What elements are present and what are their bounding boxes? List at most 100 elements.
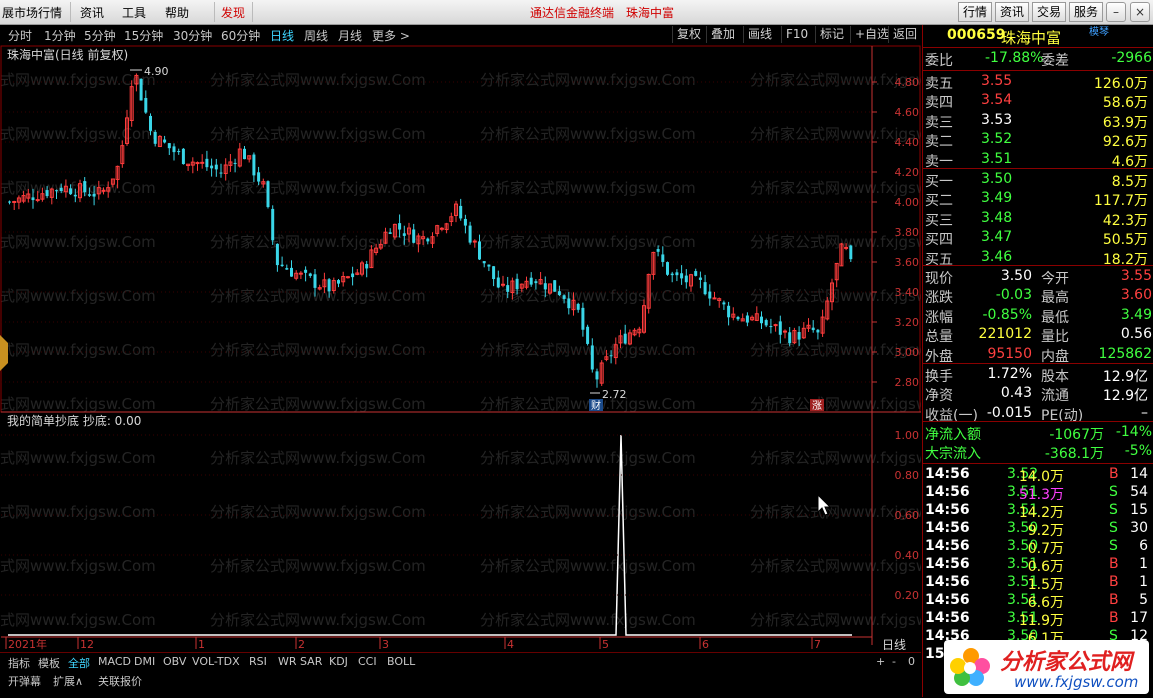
candle (666, 261, 669, 276)
restore-rights-button[interactable]: 复权 (672, 26, 705, 43)
period-5min[interactable]: 5分钟 (84, 27, 116, 44)
indicator-tab[interactable]: MACD (98, 655, 131, 668)
menu-market[interactable]: 展市场行情 (2, 4, 62, 21)
zoom-out-button[interactable]: - (892, 655, 896, 668)
period-60min[interactable]: 60分钟 (221, 27, 260, 44)
tick-side: B (1109, 610, 1119, 626)
period-monthly[interactable]: 月线 (338, 27, 362, 44)
back-button[interactable]: 返回 (888, 26, 921, 43)
minimize-icon[interactable]: – (1106, 2, 1126, 22)
period-daily[interactable]: 日线 (270, 27, 294, 44)
watermark-text: 分析家公式网www.fxjgsw.Com (210, 287, 426, 305)
indicator-tab[interactable]: SAR (300, 655, 322, 668)
menu-news[interactable]: 资讯 (80, 4, 104, 21)
menu-discover[interactable]: 发现 (221, 4, 245, 21)
tick-count: 30 (1130, 520, 1148, 536)
indicator-tab[interactable]: OBV (163, 655, 186, 668)
kline-chart[interactable]: 分析家公式网www.fxjgsw.Com 分析家公式网www.fxjgsw.Com… (0, 45, 921, 650)
candle (16, 195, 21, 210)
candle (496, 270, 500, 289)
high-label: 4.90 (144, 65, 169, 78)
candle (675, 269, 679, 282)
f10-button[interactable]: F10 (781, 26, 812, 43)
indicator-tab[interactable]: DMI (134, 655, 155, 668)
tick-volume: 14.2万 (1018, 505, 1064, 521)
candle (360, 260, 364, 277)
bid-price: 3.46 (981, 248, 1013, 265)
tick-row: 14:56 3.51 0.6万 B 1 (925, 556, 1152, 575)
service-button[interactable]: 服务 (1069, 2, 1104, 22)
quote-button[interactable]: 行情 (958, 2, 993, 22)
ask-label: 卖二 (925, 134, 953, 151)
menu-help[interactable]: 帮助 (165, 4, 189, 21)
flow-value: -1067万 (1049, 427, 1104, 443)
extra-tab[interactable]: 关联报价 (98, 673, 142, 689)
tick-count: 1 (1139, 556, 1148, 572)
watermark-text: 分析家公式网www.fxjgsw.Com (0, 395, 156, 413)
quote-value: 3.49 (1120, 306, 1152, 323)
close-icon[interactable]: × (1130, 2, 1150, 22)
add-watchlist-button[interactable]: +自选 (850, 26, 893, 43)
bid-label: 买四 (925, 232, 953, 249)
indicator-tab[interactable]: CCI (358, 655, 377, 668)
quote-label: 最高 (1041, 290, 1069, 307)
candle (345, 275, 350, 279)
overlay-button[interactable]: 叠加 (706, 26, 739, 43)
candle (792, 327, 797, 345)
indicator-tab[interactable]: 全部 (68, 655, 90, 671)
mark-button[interactable]: 标记 (815, 26, 848, 43)
candle (8, 200, 11, 205)
news-button[interactable]: 资讯 (995, 2, 1030, 22)
tick-time: 14:56 (925, 520, 970, 536)
candle (816, 328, 820, 340)
candle (529, 272, 533, 287)
extra-tab[interactable]: 扩展∧ (53, 673, 83, 689)
indicator-tab[interactable]: KDJ (329, 655, 348, 668)
flow-row: 净流入额 -1067万 -14% (925, 424, 1152, 443)
fin-label: 流通 (1041, 388, 1069, 405)
candle (731, 307, 736, 321)
period-15min[interactable]: 15分钟 (124, 27, 163, 44)
extra-tab[interactable]: 开弹幕 (8, 673, 41, 689)
zoom-in-button[interactable]: + (876, 655, 885, 668)
draw-line-button[interactable]: 画线 (743, 26, 776, 43)
fin-value: – (1141, 404, 1148, 421)
period-timeshare[interactable]: 分时 (8, 27, 32, 44)
ask-label: 卖四 (925, 95, 953, 112)
candle (595, 368, 599, 388)
time-tick-label: 5 (602, 638, 609, 650)
ask-volume: 92.6万 (1102, 134, 1148, 151)
candle (820, 309, 825, 337)
zoom-reset-button[interactable]: 0 (908, 655, 915, 668)
period-1min[interactable]: 1分钟 (44, 27, 76, 44)
tick-time: 14:56 (925, 574, 970, 590)
period-30min[interactable]: 30分钟 (173, 27, 212, 44)
fin-label: 换手 (925, 369, 953, 385)
price-tick-label: 4.20 (895, 166, 920, 179)
indicator-tab[interactable]: WR (278, 655, 297, 668)
watermark-text: 分析家公式网www.fxjgsw.Com (750, 449, 921, 467)
candle (599, 360, 604, 386)
indicator-tab[interactable]: RSI (249, 655, 267, 668)
divider (923, 421, 1153, 422)
candle (167, 143, 171, 155)
candle (449, 212, 454, 227)
quote-label: 涨幅 (925, 309, 953, 326)
candle (468, 221, 472, 245)
stock-code: 000659 (947, 27, 1006, 43)
time-tick-label: 3 (382, 638, 389, 650)
period-weekly[interactable]: 周线 (304, 27, 328, 44)
trade-button[interactable]: 交易 (1032, 2, 1067, 22)
period-more[interactable]: 更多 > (372, 27, 410, 44)
menu-tools[interactable]: 工具 (122, 4, 146, 21)
candle (243, 145, 246, 160)
indicator-tab[interactable]: VOL-TDX (192, 655, 240, 668)
indicator-tab[interactable]: 指标 (8, 655, 30, 671)
candle (708, 284, 712, 306)
watermark-text: 分析家公式网www.fxjgsw.Com (480, 557, 696, 575)
candle (581, 302, 585, 337)
watermark-text: 分析家公式网www.fxjgsw.Com (0, 503, 156, 521)
tick-volume: 14.0万 (1018, 469, 1064, 485)
indicator-tab[interactable]: BOLL (387, 655, 415, 668)
indicator-tab[interactable]: 模板 (38, 655, 60, 671)
